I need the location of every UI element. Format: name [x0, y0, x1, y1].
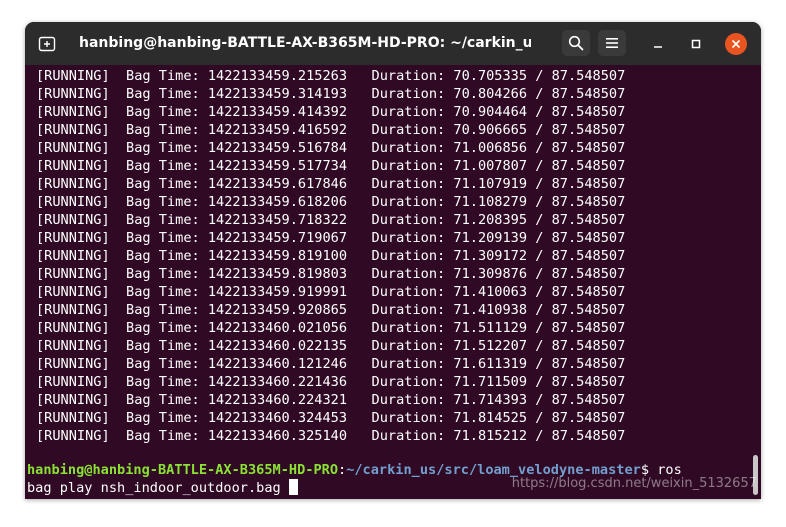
output-line: [RUNNING] Bag Time: 1422133460.224321 Du…: [36, 392, 626, 408]
title-bar: hanbing@hanbing-BATTLE-AX-B365M-HD-PRO: …: [25, 22, 761, 65]
window-title: hanbing@hanbing-BATTLE-AX-B365M-HD-PRO: …: [79, 35, 531, 51]
hamburger-menu-icon: [606, 38, 618, 48]
output-line: [RUNNING] Bag Time: 1422133459.416592 Du…: [36, 122, 626, 138]
output-line: [RUNNING] Bag Time: 1422133459.920865 Du…: [36, 302, 626, 318]
close-button[interactable]: [725, 33, 747, 55]
menu-button[interactable]: [598, 30, 626, 56]
output-line: [RUNNING] Bag Time: 1422133459.718322 Du…: [36, 212, 626, 228]
terminal-output: [RUNNING] Bag Time: 1422133459.215263 Du…: [36, 67, 625, 445]
output-line: [RUNNING] Bag Time: 1422133460.021056 Du…: [36, 320, 626, 336]
minimize-button[interactable]: [647, 33, 669, 55]
search-icon: [568, 35, 584, 51]
output-line: [RUNNING] Bag Time: 1422133460.324453 Du…: [36, 410, 626, 426]
new-tab-icon: [38, 36, 56, 52]
output-line: [RUNNING] Bag Time: 1422133459.314193 Du…: [36, 86, 626, 102]
output-line: [RUNNING] Bag Time: 1422133459.719067 Du…: [36, 230, 626, 246]
output-line: [RUNNING] Bag Time: 1422133460.121246 Du…: [36, 356, 626, 372]
search-button[interactable]: [562, 30, 590, 56]
watermark-text: https://blog.csdn.net/weixin_5132657: [511, 476, 757, 491]
output-line: [RUNNING] Bag Time: 1422133459.516784 Du…: [36, 140, 626, 156]
minimize-icon: [654, 46, 662, 48]
output-line: [RUNNING] Bag Time: 1422133459.617846 Du…: [36, 176, 626, 192]
output-line: [RUNNING] Bag Time: 1422133459.215263 Du…: [36, 68, 626, 84]
maximize-button[interactable]: [685, 33, 707, 55]
output-line: [RUNNING] Bag Time: 1422133460.325140 Du…: [36, 428, 626, 444]
close-icon: [731, 39, 741, 49]
output-line: [RUNNING] Bag Time: 1422133459.819100 Du…: [36, 248, 626, 264]
prompt-separator: :: [338, 462, 347, 478]
output-line: [RUNNING] Bag Time: 1422133460.221436 Du…: [36, 374, 626, 390]
output-line: [RUNNING] Bag Time: 1422133460.022135 Du…: [36, 338, 626, 354]
new-tab-button[interactable]: [34, 32, 60, 56]
output-line: [RUNNING] Bag Time: 1422133459.517734 Du…: [36, 158, 626, 174]
output-line: [RUNNING] Bag Time: 1422133459.919991 Du…: [36, 284, 626, 300]
text-cursor: [288, 479, 298, 495]
terminal-window: hanbing@hanbing-BATTLE-AX-B365M-HD-PRO: …: [25, 22, 761, 499]
output-line: [RUNNING] Bag Time: 1422133459.618206 Du…: [36, 194, 626, 210]
output-line: [RUNNING] Bag Time: 1422133459.819803 Du…: [36, 266, 626, 282]
prompt-user-host: hanbing@hanbing-BATTLE-AX-B365M-HD-PRO: [27, 462, 338, 478]
maximize-icon: [691, 39, 701, 49]
output-line: [RUNNING] Bag Time: 1422133459.414392 Du…: [36, 104, 626, 120]
command-text-continued: bag play nsh_indoor_outdoor.bag: [27, 480, 289, 496]
terminal-area[interactable]: [RUNNING] Bag Time: 1422133459.215263 Du…: [25, 65, 761, 499]
